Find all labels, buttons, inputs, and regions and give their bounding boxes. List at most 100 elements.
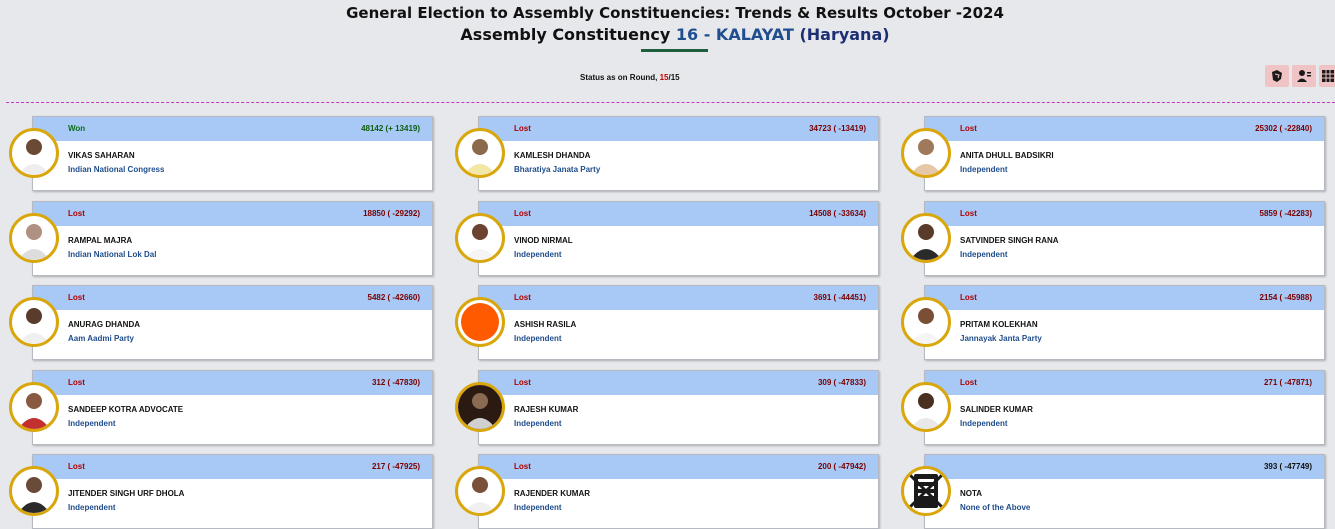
result-status: Lost bbox=[514, 293, 531, 302]
candidate-photo bbox=[455, 382, 505, 432]
candidate-name: NOTA bbox=[960, 489, 983, 498]
constituency-title: Assembly Constituency 16 - KALAYAT (Hary… bbox=[0, 25, 1335, 44]
vote-count: 5482 ( -42660) bbox=[367, 293, 420, 302]
title-underline bbox=[641, 49, 708, 52]
candidate-photo bbox=[455, 128, 505, 178]
candidate-name: VINOD NIRMAL bbox=[514, 236, 573, 245]
state-name: (Haryana) bbox=[799, 25, 890, 44]
candidate-view-button[interactable] bbox=[1292, 65, 1316, 87]
vote-count: 18850 ( -29292) bbox=[363, 209, 420, 218]
candidate-party: Independent bbox=[68, 503, 116, 512]
candidate-photo bbox=[901, 213, 951, 263]
candidate-card[interactable]: Lost 18850 ( -29292) RAMPAL MAJRA Indian… bbox=[9, 201, 433, 276]
nota-icon bbox=[901, 466, 951, 516]
vote-count: 48142 (+ 13419) bbox=[361, 124, 420, 133]
candidate-name: JITENDER SINGH URF DHOLA bbox=[68, 489, 185, 498]
candidate-name: SATVINDER SINGH RANA bbox=[960, 236, 1059, 245]
candidate-party: Independent bbox=[960, 250, 1008, 259]
candidate-card[interactable]: Lost 2154 ( -45988) PRITAM KOLEKHAN Jann… bbox=[901, 285, 1325, 360]
result-status: Lost bbox=[68, 462, 85, 471]
candidate-party: Independent bbox=[514, 503, 562, 512]
vote-count: 312 ( -47830) bbox=[371, 378, 420, 387]
candidate-icon bbox=[1297, 70, 1311, 82]
constituency-prefix: Assembly Constituency bbox=[460, 25, 671, 44]
section-divider bbox=[6, 102, 1335, 103]
vote-count: 393 ( -47749) bbox=[1263, 462, 1312, 471]
candidate-photo bbox=[9, 466, 59, 516]
candidate-card[interactable]: Won 48142 (+ 13419) VIKAS SAHARAN Indian… bbox=[9, 116, 433, 191]
result-status: Lost bbox=[68, 293, 85, 302]
candidate-party: Independent bbox=[514, 250, 562, 259]
candidate-card[interactable]: Lost 3691 ( -44451) ASHISH RASILA Indepe… bbox=[455, 285, 879, 360]
candidate-card[interactable]: Lost 312 ( -47830) SANDEEP KOTRA ADVOCAT… bbox=[9, 370, 433, 445]
candidate-name: RAMPAL MAJRA bbox=[68, 236, 133, 245]
vote-count: 309 ( -47833) bbox=[817, 378, 866, 387]
page-title: General Election to Assembly Constituenc… bbox=[346, 4, 1004, 22]
table-view-button[interactable] bbox=[1319, 65, 1335, 87]
result-status: Lost bbox=[960, 378, 977, 387]
table-icon bbox=[1322, 70, 1334, 82]
candidate-photo bbox=[901, 382, 951, 432]
vote-count: 25302 ( -22840) bbox=[1255, 124, 1312, 133]
candidate-name: ASHISH RASILA bbox=[514, 320, 577, 329]
candidate-card[interactable]: Lost 271 ( -47871) SALINDER KUMAR Indepe… bbox=[901, 370, 1325, 445]
candidate-party: Independent bbox=[68, 419, 116, 428]
candidate-party: Independent bbox=[514, 334, 562, 343]
candidate-photo-placeholder bbox=[455, 297, 505, 347]
result-status: Lost bbox=[514, 124, 531, 133]
vote-count: 5859 ( -42283) bbox=[1259, 209, 1312, 218]
candidate-photo bbox=[455, 213, 505, 263]
result-status: Lost bbox=[514, 462, 531, 471]
vote-count: 200 ( -47942) bbox=[817, 462, 866, 471]
vote-count: 34723 ( -13419) bbox=[809, 124, 866, 133]
map-view-button[interactable] bbox=[1265, 65, 1289, 87]
candidate-photo bbox=[9, 382, 59, 432]
candidate-card[interactable]: Lost 5859 ( -42283) SATVINDER SINGH RANA… bbox=[901, 201, 1325, 276]
candidate-name: PRITAM KOLEKHAN bbox=[960, 320, 1038, 329]
candidate-party: Independent bbox=[960, 165, 1008, 174]
candidate-photo bbox=[9, 128, 59, 178]
placeholder-disc bbox=[461, 303, 499, 341]
round-status-label: Status as on Round, bbox=[580, 73, 660, 82]
vote-count: 3691 ( -44451) bbox=[813, 293, 866, 302]
candidate-photo bbox=[901, 128, 951, 178]
candidate-card[interactable]: Lost 5482 ( -42660) ANURAG DHANDA Aam Aa… bbox=[9, 285, 433, 360]
candidate-party: None of the Above bbox=[960, 503, 1031, 512]
map-icon bbox=[1272, 70, 1282, 82]
result-status: Lost bbox=[514, 209, 531, 218]
candidate-name: VIKAS SAHARAN bbox=[68, 151, 135, 160]
result-status: Lost bbox=[960, 209, 977, 218]
result-status: Won bbox=[68, 124, 86, 133]
candidate-card[interactable]: Lost 309 ( -47833) RAJESH KUMAR Independ… bbox=[455, 370, 879, 445]
candidate-photo bbox=[455, 466, 505, 516]
candidate-card[interactable]: Lost 25302 ( -22840) ANITA DHULL BADSIKR… bbox=[901, 116, 1325, 191]
vote-count: 14508 ( -33634) bbox=[809, 209, 866, 218]
round-total: /15 bbox=[668, 73, 680, 82]
candidate-card[interactable]: Lost 34723 ( -13419) KAMLESH DHANDA Bhar… bbox=[455, 116, 879, 191]
candidate-card[interactable]: Lost 14508 ( -33634) VINOD NIRMAL Indepe… bbox=[455, 201, 879, 276]
vote-count: 217 ( -47925) bbox=[371, 462, 420, 471]
candidate-party: Independent bbox=[960, 419, 1008, 428]
candidate-name: RAJENDER KUMAR bbox=[514, 489, 591, 498]
result-status: Lost bbox=[68, 209, 85, 218]
candidate-photo bbox=[901, 297, 951, 347]
result-status: Lost bbox=[960, 293, 977, 302]
candidate-party: Jannayak Janta Party bbox=[960, 334, 1042, 343]
vote-count: 2154 ( -45988) bbox=[1259, 293, 1312, 302]
result-status: Lost bbox=[68, 378, 85, 387]
candidate-photo bbox=[9, 213, 59, 263]
candidate-party: Indian National Congress bbox=[68, 165, 165, 174]
candidate-name: SANDEEP KOTRA ADVOCATE bbox=[68, 405, 184, 414]
candidate-photo bbox=[9, 297, 59, 347]
round-status: Status as on Round, 15/15 bbox=[580, 73, 680, 82]
candidate-name: ANURAG DHANDA bbox=[68, 320, 140, 329]
candidate-party: Aam Aadmi Party bbox=[68, 334, 134, 343]
result-status: Lost bbox=[960, 124, 977, 133]
result-status: Lost bbox=[514, 378, 531, 387]
candidate-name: SALINDER KUMAR bbox=[960, 405, 1033, 414]
candidate-party: Independent bbox=[514, 419, 562, 428]
candidate-party: Indian National Lok Dal bbox=[68, 250, 157, 259]
candidate-party: Bharatiya Janata Party bbox=[514, 165, 601, 174]
candidate-name: ANITA DHULL BADSIKRI bbox=[960, 151, 1054, 160]
constituency-name: 16 - KALAYAT bbox=[675, 25, 794, 44]
